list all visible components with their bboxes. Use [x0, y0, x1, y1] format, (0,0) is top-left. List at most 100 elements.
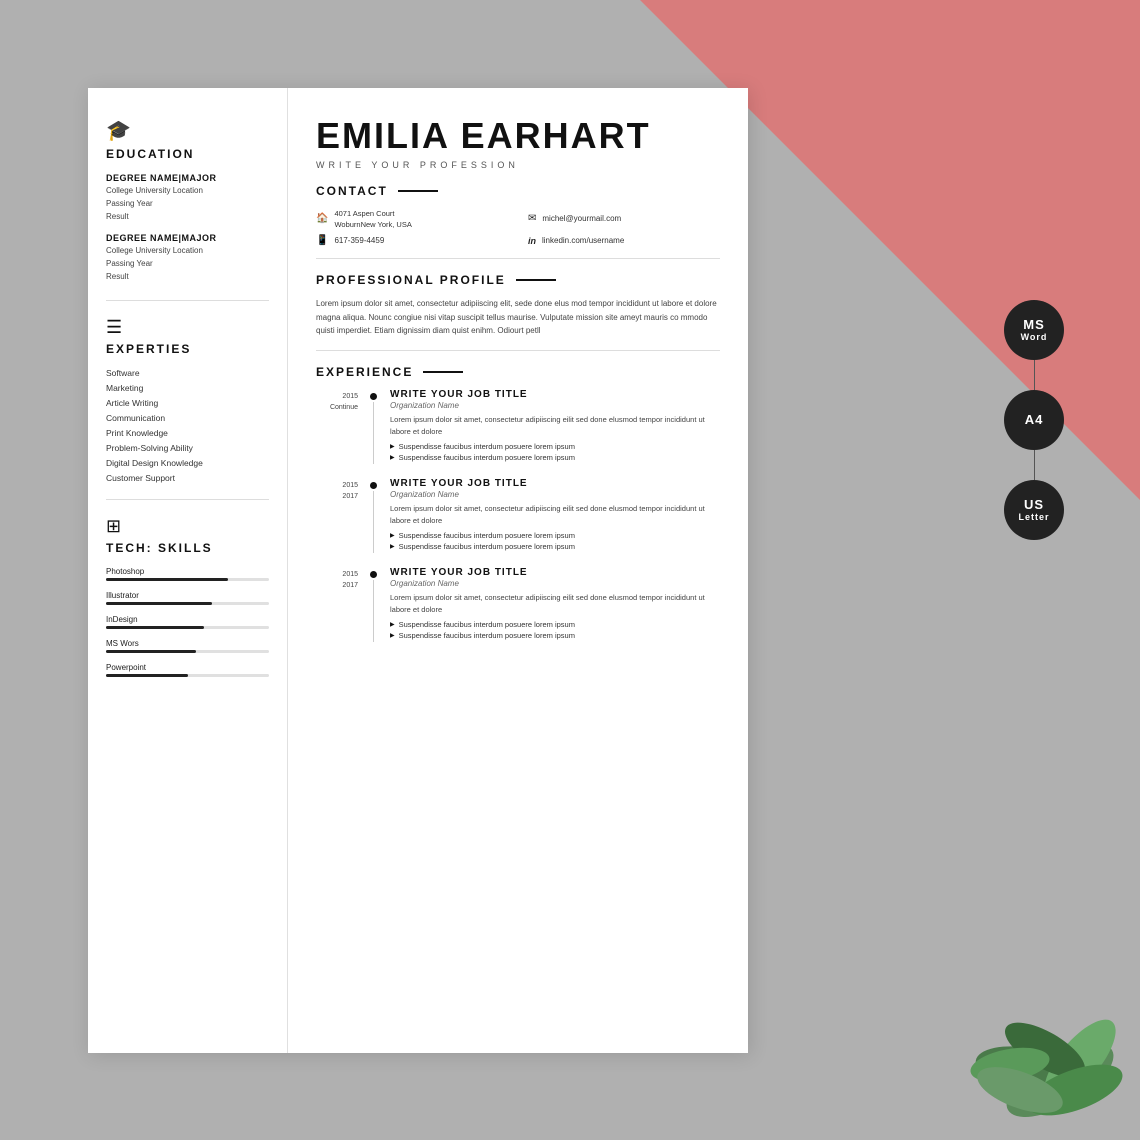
- linkedin-icon: in: [528, 236, 536, 246]
- exp-org-2: Organization Name: [390, 579, 720, 588]
- education-icon: 🎓: [106, 118, 269, 143]
- skill-powerpoint-bar-bg: [106, 674, 269, 677]
- exp-year-start-1: 2015: [316, 480, 358, 491]
- exp-dot-0: [370, 393, 377, 400]
- exp-bullet-2-0: Suspendisse faucibus interdum posuere lo…: [390, 620, 720, 629]
- education-title: EDUCATION: [106, 147, 269, 161]
- tech-icon: ⊞: [106, 516, 269, 537]
- exp-bullet-1-1: Suspendisse faucibus interdum posuere lo…: [390, 542, 720, 551]
- exp-year-col-2: 2015 2017: [316, 567, 366, 642]
- exp-year-end-2: 2017: [316, 580, 358, 591]
- badge-us-sub: Letter: [1018, 512, 1049, 522]
- badge-connector-1: [1034, 360, 1035, 390]
- side-badges: MS Word A4 US Letter: [1004, 300, 1064, 540]
- exp-dot-2: [370, 571, 377, 578]
- contact-section-title: CONTACT: [316, 184, 388, 198]
- expertie-item-6: Digital Design Knowledge: [106, 458, 269, 468]
- exp-year-end-0: Continue: [316, 402, 358, 413]
- degree-1-university: College University Location: [106, 185, 269, 198]
- exp-org-1: Organization Name: [390, 490, 720, 499]
- skill-photoshop: Photoshop: [106, 567, 269, 581]
- contact-section-line: [398, 190, 438, 192]
- exp-job-title-2: WRITE YOUR JOB TITLE: [390, 567, 720, 578]
- exp-vert-0: [373, 402, 374, 464]
- expertie-item-5: Problem-Solving Ability: [106, 443, 269, 453]
- degree-2-result: Result: [106, 271, 269, 284]
- email-icon: ✉: [528, 213, 536, 224]
- badge-ms-word: MS Word: [1004, 300, 1064, 360]
- badge-ms-main: MS: [1023, 318, 1045, 332]
- degree-1-year: Passing Year: [106, 198, 269, 211]
- resume-profession: WRITE YOUR PROFESSION: [316, 160, 720, 170]
- badge-ms-sub: Word: [1021, 332, 1048, 342]
- experience-header: EXPERIENCE: [316, 365, 720, 379]
- degree-1-name: DEGREE NAME|MAJOR: [106, 173, 269, 183]
- exp-body-0: WRITE YOUR JOB TITLE Organization Name L…: [380, 389, 720, 464]
- exp-year-end-1: 2017: [316, 491, 358, 502]
- exp-entry-2: 2015 2017 WRITE YOUR JOB TITLE Organizat…: [316, 567, 720, 642]
- experience-section-line: [423, 371, 463, 373]
- skill-illustrator-bar-fill: [106, 602, 212, 605]
- exp-line-1: [366, 478, 380, 553]
- exp-desc-2: Lorem ipsum dolor sit amet, consectetur …: [390, 592, 720, 616]
- exp-vert-1: [373, 491, 374, 553]
- skill-msword-label: MS Wors: [106, 639, 269, 648]
- resume-name: EMILIA EARHART: [316, 116, 720, 156]
- experience-section-title: EXPERIENCE: [316, 365, 413, 379]
- exp-vert-2: [373, 580, 374, 642]
- exp-entry-1: 2015 2017 WRITE YOUR JOB TITLE Organizat…: [316, 478, 720, 553]
- resume-card: 🎓 EDUCATION DEGREE NAME|MAJOR College Un…: [88, 88, 748, 1053]
- experience-section: 2015 Continue WRITE YOUR JOB TITLE Organ…: [316, 389, 720, 642]
- exp-entry-0: 2015 Continue WRITE YOUR JOB TITLE Organ…: [316, 389, 720, 464]
- experties-icon: ☰: [106, 317, 269, 338]
- profile-section-line: [516, 279, 556, 281]
- skill-indesign: InDesign: [106, 615, 269, 629]
- sidebar-divider-2: [106, 499, 269, 500]
- contact-address: 4071 Aspen CourtWoburnNew York, USA: [334, 208, 411, 231]
- exp-line-0: [366, 389, 380, 464]
- exp-job-title-0: WRITE YOUR JOB TITLE: [390, 389, 720, 400]
- skill-msword-bar-bg: [106, 650, 269, 653]
- expertie-item-4: Print Knowledge: [106, 428, 269, 438]
- experties-list: Software Marketing Article Writing Commu…: [106, 368, 269, 483]
- exp-bullets-2: Suspendisse faucibus interdum posuere lo…: [390, 620, 720, 640]
- badge-connector-2: [1034, 450, 1035, 480]
- badge-us-letter: US Letter: [1004, 480, 1064, 540]
- experties-title: EXPERTIES: [106, 342, 269, 356]
- tech-skills-title: TECH: SKILLS: [106, 541, 269, 555]
- contact-linkedin-item: in linkedin.com/username: [528, 235, 720, 246]
- badge-a4-main: A4: [1025, 413, 1044, 427]
- exp-year-col-0: 2015 Continue: [316, 389, 366, 464]
- expertie-item-1: Marketing: [106, 383, 269, 393]
- main-content: EMILIA EARHART WRITE YOUR PROFESSION CON…: [288, 88, 748, 1053]
- home-icon: 🏠: [316, 213, 328, 224]
- degree-2-name: DEGREE NAME|MAJOR: [106, 233, 269, 243]
- skill-illustrator-bar-bg: [106, 602, 269, 605]
- exp-bullets-0: Suspendisse faucibus interdum posuere lo…: [390, 442, 720, 462]
- badge-us-main: US: [1024, 498, 1044, 512]
- exp-year-start-2: 2015: [316, 569, 358, 580]
- education-section: 🎓 EDUCATION DEGREE NAME|MAJOR College Un…: [106, 118, 269, 284]
- profile-text: Lorem ipsum dolor sit amet, consectetur …: [316, 297, 720, 351]
- exp-year-col-1: 2015 2017: [316, 478, 366, 553]
- exp-dot-1: [370, 482, 377, 489]
- contact-phone-item: 📱 617-359-4459: [316, 235, 508, 246]
- contact-address-item: 🏠 4071 Aspen CourtWoburnNew York, USA: [316, 208, 508, 231]
- experties-section: ☰ EXPERTIES Software Marketing Article W…: [106, 317, 269, 483]
- skill-photoshop-bar-fill: [106, 578, 228, 581]
- exp-bullet-1-0: Suspendisse faucibus interdum posuere lo…: [390, 531, 720, 540]
- expertie-item-7: Customer Support: [106, 473, 269, 483]
- tech-skills-section: ⊞ TECH: SKILLS Photoshop Illustrator InD…: [106, 516, 269, 677]
- skill-powerpoint: Powerpoint: [106, 663, 269, 677]
- exp-bullet-2-1: Suspendisse faucibus interdum posuere lo…: [390, 631, 720, 640]
- exp-line-2: [366, 567, 380, 642]
- skill-indesign-bar-fill: [106, 626, 204, 629]
- exp-org-0: Organization Name: [390, 401, 720, 410]
- skill-photoshop-label: Photoshop: [106, 567, 269, 576]
- profile-section-title: PROFESSIONAL PROFILE: [316, 273, 506, 287]
- exp-bullet-0-0: Suspendisse faucibus interdum posuere lo…: [390, 442, 720, 451]
- contact-linkedin: linkedin.com/username: [542, 236, 624, 245]
- skill-illustrator: Illustrator: [106, 591, 269, 605]
- skill-powerpoint-bar-fill: [106, 674, 188, 677]
- contact-email-item: ✉ michel@yourmail.com: [528, 208, 720, 231]
